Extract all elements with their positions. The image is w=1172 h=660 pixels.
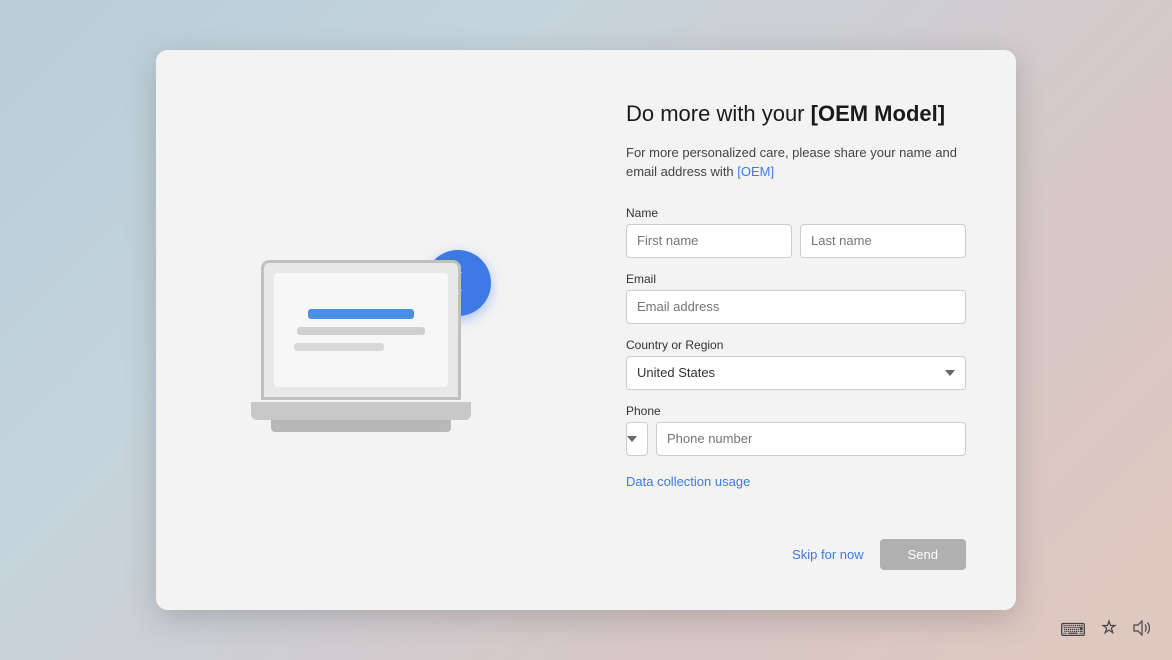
phone-label: Phone (626, 404, 966, 418)
laptop-illustration: I (241, 220, 501, 440)
form-panel: Do more with your [OEM Model] For more p… (586, 50, 1016, 610)
last-name-input[interactable] (800, 224, 966, 258)
email-field-group: Email (626, 272, 966, 324)
title-prefix: Do more with your (626, 101, 811, 126)
skip-button[interactable]: Skip for now (792, 547, 864, 562)
country-select-wrapper: United States United Kingdom Canada Aust… (626, 356, 966, 390)
country-label: Country or Region (626, 338, 966, 352)
country-field-group: Country or Region United States United K… (626, 338, 966, 390)
name-row (626, 224, 966, 258)
laptop-foot (271, 420, 451, 432)
data-collection-link[interactable]: Data collection usage (626, 474, 966, 489)
laptop-base (251, 402, 471, 420)
subtitle-link[interactable]: [OEM] (737, 164, 774, 179)
taskbar-icons: ⌨ (1060, 619, 1152, 642)
form-section: Name Email Country or Region United Stat… (626, 206, 966, 519)
laptop-screen (261, 260, 461, 400)
name-label: Name (626, 206, 966, 220)
name-field-group: Name (626, 206, 966, 258)
illustration-panel: I (156, 50, 586, 610)
send-button[interactable]: Send (880, 539, 966, 570)
phone-row: United States (+1) United Kingdom (+44) … (626, 422, 966, 456)
subtitle-text: For more personalized care, please share… (626, 145, 957, 180)
phone-country-select[interactable]: United States (+1) United Kingdom (+44) … (626, 422, 648, 456)
email-label: Email (626, 272, 966, 286)
bottom-bar: Skip for now Send (626, 539, 966, 570)
dialog-subtitle: For more personalized care, please share… (626, 143, 966, 182)
phone-field-group: Phone United States (+1) United Kingdom … (626, 404, 966, 456)
screen-bar-gray2 (294, 343, 384, 351)
phone-country-select-wrapper: United States (+1) United Kingdom (+44) … (626, 422, 648, 456)
title-bold: [OEM Model] (811, 101, 945, 126)
volume-icon[interactable] (1132, 620, 1152, 641)
screen-bar-gray1 (297, 327, 425, 335)
country-select[interactable]: United States United Kingdom Canada Aust… (626, 356, 966, 390)
laptop-screen-inner (274, 273, 449, 387)
email-input[interactable] (626, 290, 966, 324)
first-name-input[interactable] (626, 224, 792, 258)
main-dialog: I Do more with your [OEM Model] For more… (156, 50, 1016, 610)
phone-number-input[interactable] (656, 422, 966, 456)
tools-icon[interactable] (1100, 619, 1118, 642)
keyboard-icon[interactable]: ⌨ (1060, 620, 1086, 641)
screen-bar-blue (308, 309, 413, 319)
dialog-title: Do more with your [OEM Model] (626, 100, 966, 129)
